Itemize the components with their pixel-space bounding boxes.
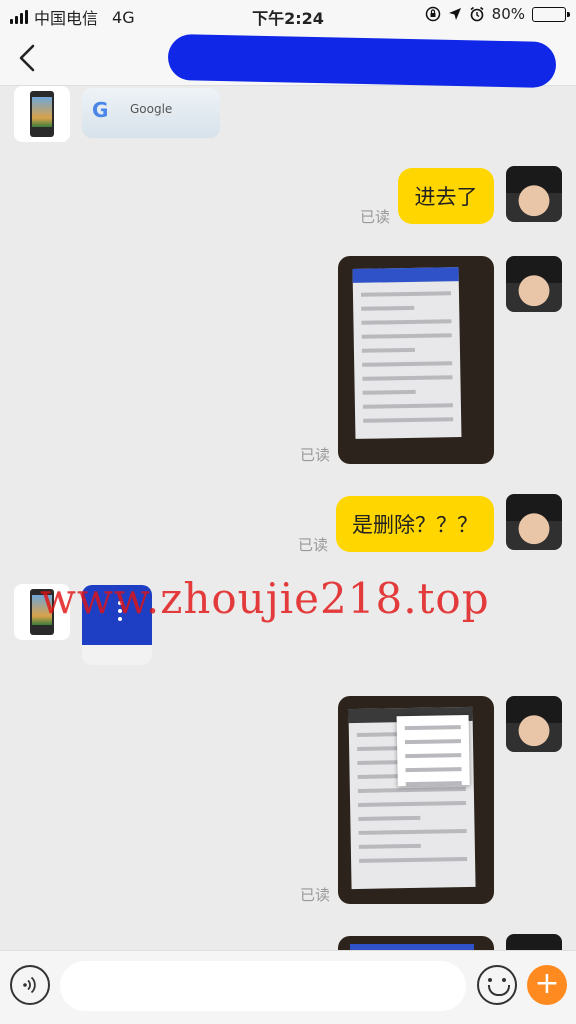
photo-phone-screen [352,267,462,439]
watermark: www.zhoujie218.top [40,574,490,623]
status-right: 80% [425,5,570,23]
nav-bar [0,30,576,89]
redaction-scribble [167,33,557,89]
google-label: Google [130,102,173,116]
photo-phone-screen [348,706,476,890]
alarm-icon [470,6,484,22]
read-receipt: 已读 [300,886,331,904]
photo-popup-menu [396,715,470,787]
location-icon [448,8,461,20]
chat-thread[interactable]: G Google 进去了 已读 已读 是删除？？？ 已读 已读 www.zhou… [0,86,576,950]
battery-percent: 80% [491,5,525,23]
input-bar: + [0,950,576,1024]
my-avatar[interactable] [506,494,562,550]
my-avatar[interactable] [506,166,562,222]
read-receipt: 已读 [360,208,391,226]
image-message-google[interactable]: G Google [82,88,220,138]
phone-avatar-icon [30,91,54,137]
voice-wave-icon [23,976,36,994]
status-bar: 中国电信 4G 下午2:24 80% [0,0,576,30]
image-message-partial[interactable] [338,936,494,950]
emoji-smile-icon[interactable] [477,965,517,1005]
image-message-settings-photo[interactable] [338,256,494,464]
message-text: 进去了 [414,185,478,209]
image-message-google-menu-photo[interactable] [338,696,494,904]
read-receipt: 已读 [300,446,331,464]
message-text: 是删除？？？ [352,513,478,537]
voice-input-button[interactable] [10,965,50,1005]
message-bubble-sent[interactable]: 是删除？？？ [336,496,494,552]
my-avatar[interactable] [506,934,562,950]
battery-icon [532,6,570,22]
read-receipt: 已读 [298,536,329,554]
google-logo-icon: G [92,98,109,122]
orientation-lock-icon [425,6,440,22]
message-input[interactable] [60,961,466,1011]
add-plus-button[interactable]: + [527,965,567,1005]
friend-avatar[interactable] [14,86,70,142]
my-avatar[interactable] [506,696,562,752]
message-bubble-sent[interactable]: 进去了 [398,168,494,224]
my-avatar[interactable] [506,256,562,312]
back-chevron-icon[interactable] [12,42,44,74]
